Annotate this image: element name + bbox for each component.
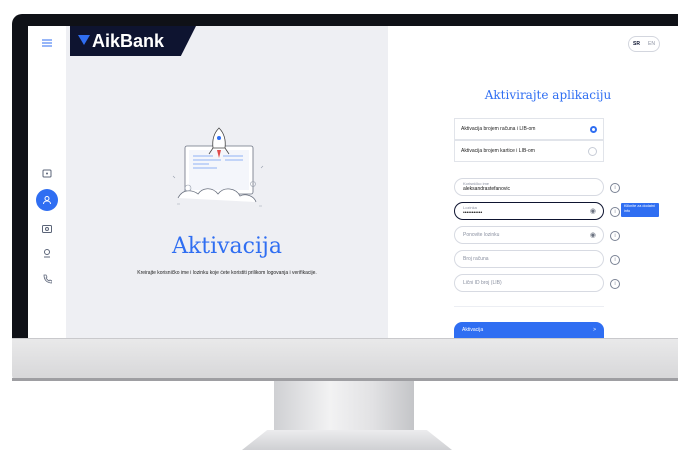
option-label: Aktivacija brojem kartice i LIB-om xyxy=(461,148,535,154)
username-field[interactable]: Korisničko ime aleksandrastefanovic xyxy=(454,178,604,196)
support-icon[interactable] xyxy=(36,242,58,264)
form-title: Aktivirajte aplikaciju xyxy=(484,88,612,102)
info-icon[interactable]: i xyxy=(610,279,620,289)
card-icon[interactable] xyxy=(36,218,58,240)
brand-logo[interactable]: AikBank xyxy=(70,26,196,56)
app-screen: AikBank Aktivacija Kreirajte korisničko … xyxy=(28,26,678,338)
password-field[interactable]: Lozinka ••••••••••• ◉ xyxy=(454,202,604,220)
info-icon[interactable]: i xyxy=(610,255,620,265)
chevron-right-icon: > xyxy=(593,327,596,333)
info-icon[interactable]: i xyxy=(610,231,620,241)
eye-icon[interactable]: ◉ xyxy=(590,231,596,239)
hero-title: Aktivacija xyxy=(172,234,282,259)
menu-icon[interactable] xyxy=(36,32,58,54)
form-divider xyxy=(454,306,604,307)
sidebar xyxy=(28,26,67,338)
language-sr[interactable]: SR xyxy=(633,41,640,47)
monitor-chin xyxy=(12,338,678,381)
eye-icon[interactable]: ◉ xyxy=(590,207,596,215)
account-number-placeholder: Broj računa xyxy=(463,256,489,262)
brand-mark-icon xyxy=(78,35,90,45)
username-value: aleksandrastefanovic xyxy=(463,186,510,192)
language-switch[interactable]: SR EN xyxy=(628,36,660,52)
info-tooltip: Kliknite za dodatni info xyxy=(621,203,659,217)
monitor-stand xyxy=(274,381,414,433)
repeat-password-field[interactable]: Ponovite lozinku ◉ xyxy=(454,226,604,244)
option-account-lib[interactable]: Aktivacija brojem računa i LIB-om xyxy=(454,118,604,140)
monitor-base xyxy=(242,430,452,450)
activate-button[interactable]: Aktivacija > xyxy=(454,322,604,338)
option-label: Aktivacija brojem računa i LIB-om xyxy=(461,126,536,132)
radio-unselected[interactable] xyxy=(588,146,597,156)
language-en[interactable]: EN xyxy=(648,41,655,47)
info-icon[interactable]: i xyxy=(610,207,620,217)
user-icon[interactable] xyxy=(36,189,58,211)
account-number-field[interactable]: Broj računa xyxy=(454,250,604,268)
phone-icon[interactable] xyxy=(36,268,58,290)
info-icon[interactable]: i xyxy=(610,183,620,193)
lib-field[interactable]: Lični ID broj (LIB) xyxy=(454,274,604,292)
option-card-lib[interactable]: Aktivacija brojem kartice i LIB-om xyxy=(454,140,604,162)
brand-name: AikBank xyxy=(92,31,165,51)
wallet-icon[interactable] xyxy=(36,162,58,184)
rocket-illustration-icon xyxy=(172,127,264,207)
repeat-password-placeholder: Ponovite lozinku xyxy=(463,232,500,238)
hero-subtitle: Kreirajte korisničko ime i lozinku koje … xyxy=(137,270,317,276)
radio-selected[interactable] xyxy=(590,125,597,133)
password-value: ••••••••••• xyxy=(463,210,483,216)
lib-placeholder: Lični ID broj (LIB) xyxy=(463,280,502,286)
activate-button-label: Aktivacija xyxy=(462,327,484,333)
